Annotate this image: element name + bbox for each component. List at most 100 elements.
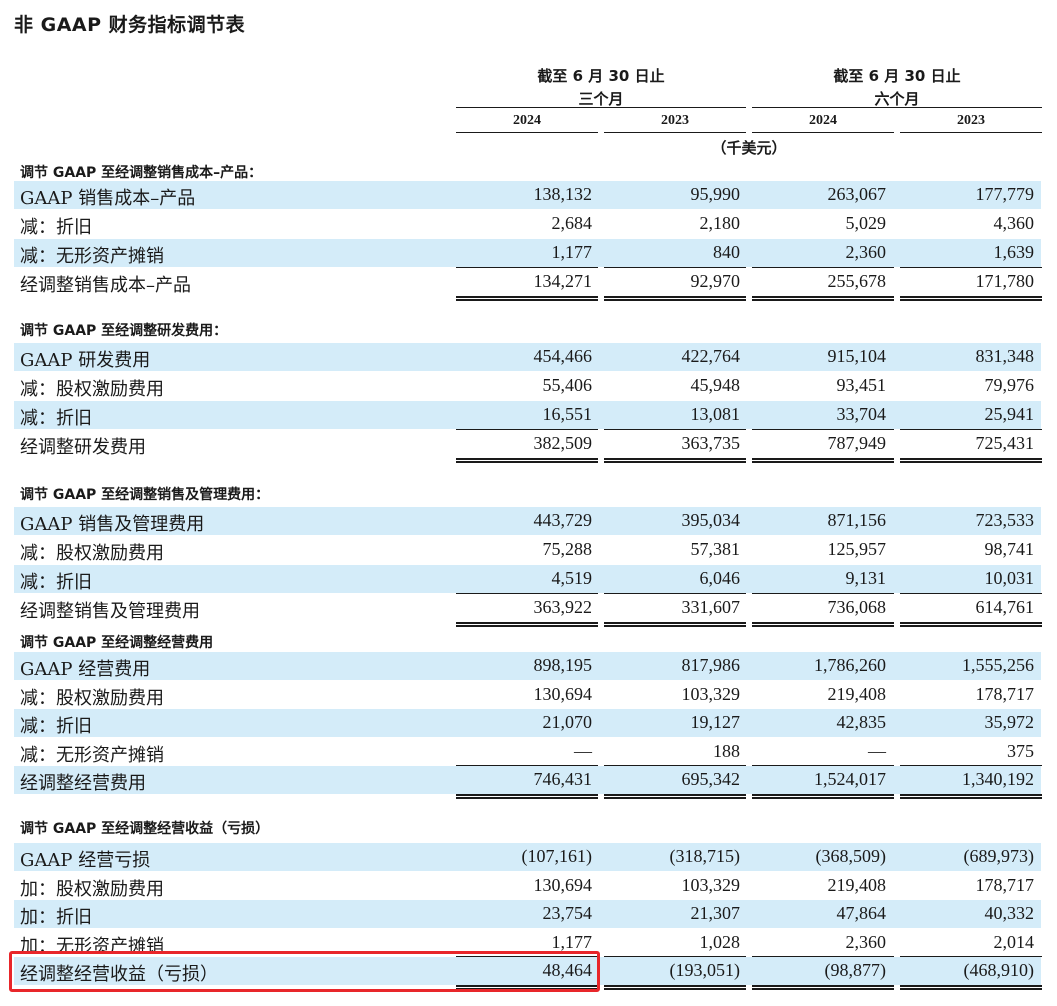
row-label: 经调整销售成本–产品 — [20, 275, 191, 296]
row-value: 19,127 — [690, 712, 741, 732]
subtotal-rule — [900, 956, 1042, 957]
row-label: 经调整经营费用 — [20, 773, 146, 794]
row-label: 减：股权激励费用 — [20, 379, 164, 400]
row-value: 454,466 — [533, 346, 593, 366]
header-year-three-2024: 2024 — [513, 113, 541, 128]
row-value: 10,031 — [984, 568, 1035, 588]
header-rule-three — [456, 107, 746, 108]
row-value: 840 — [713, 242, 740, 262]
total-double-rule — [752, 625, 894, 627]
subtotal-rule — [900, 429, 1042, 430]
total-double-rule — [900, 985, 1042, 987]
table-row: GAAP 研发费用 454,466 422,764 915,104 831,348 — [14, 343, 1041, 371]
row-value: 55,406 — [542, 375, 593, 395]
row-value: 92,970 — [690, 271, 741, 291]
header-period-six: 截至 6 月 30 日止 — [833, 67, 961, 85]
row-value: 4,519 — [551, 568, 593, 588]
row-value: 47,864 — [836, 903, 887, 923]
header-three-months: 三个月 — [578, 90, 624, 108]
row-value: 103,329 — [681, 875, 741, 895]
row-value: 130,694 — [533, 684, 593, 704]
row-label: GAAP 研发费用 — [20, 350, 151, 371]
subtotal-rule — [752, 956, 894, 957]
row-value: 1,639 — [993, 242, 1035, 262]
table-row: 加：股权激励费用 130,694 103,329 219,408 178,717 — [14, 872, 1041, 900]
row-value: 33,704 — [836, 404, 887, 424]
row-value: 45,948 — [690, 375, 741, 395]
row-value: (107,161) — [521, 846, 593, 866]
row-value: 134,271 — [533, 271, 593, 291]
row-value: 1,786,260 — [814, 655, 886, 675]
row-value: (193,051) — [669, 960, 741, 980]
subtotal-rule — [752, 593, 894, 594]
table-row: GAAP 经营亏损 (107,161) (318,715) (368,509) (689… — [14, 843, 1041, 871]
header-period-three: 截至 6 月 30 日止 — [537, 67, 665, 85]
row-value: 255,678 — [827, 271, 887, 291]
row-label: 减：折旧 — [20, 572, 92, 593]
row-label: 减：无形资产摊销 — [20, 745, 164, 766]
table-row: 减：折旧 16,551 13,081 33,704 25,941 — [14, 401, 1041, 429]
row-label: 减：股权激励费用 — [20, 543, 164, 564]
total-double-rule — [604, 625, 746, 627]
row-value: 103,329 — [681, 684, 741, 704]
row-value: 9,131 — [845, 568, 887, 588]
row-value: 614,761 — [975, 597, 1035, 617]
row-value: 25,941 — [984, 404, 1035, 424]
row-label: 加：折旧 — [20, 907, 92, 928]
year-rule — [752, 132, 894, 133]
row-value: 178,717 — [975, 875, 1035, 895]
total-double-rule — [900, 988, 1042, 990]
row-value: 831,348 — [975, 346, 1035, 366]
year-rule — [456, 132, 598, 133]
row-value: 16,551 — [542, 404, 593, 424]
row-value: 57,381 — [690, 539, 741, 559]
total-double-rule — [604, 622, 746, 624]
total-double-rule — [900, 797, 1042, 799]
total-double-rule — [604, 988, 746, 990]
row-value: 263,067 — [827, 184, 887, 204]
total-double-rule — [900, 461, 1042, 463]
row-value: 2,684 — [551, 213, 593, 233]
total-double-rule — [900, 625, 1042, 627]
row-label: 减：折旧 — [20, 408, 92, 429]
total-double-rule — [604, 296, 746, 298]
table-row: 经调整销售成本–产品 134,271 92,970 255,678 171,780 — [14, 268, 1041, 296]
subtotal-rule — [604, 956, 746, 957]
total-double-rule — [752, 299, 894, 301]
row-value: 1,028 — [699, 932, 741, 952]
row-value: 171,780 — [975, 271, 1035, 291]
section-title: 调节 GAAP 至经调整经营费用 — [20, 635, 214, 651]
year-rule — [604, 132, 746, 133]
total-double-rule — [752, 622, 894, 624]
section-title: 调节 GAAP 至经调整研发费用： — [20, 323, 228, 339]
table-row: 减：股权激励费用 55,406 45,948 93,451 79,976 — [14, 372, 1041, 400]
row-value: 23,754 — [542, 903, 593, 923]
row-value: 382,509 — [533, 433, 593, 453]
row-label: GAAP 销售及管理费用 — [20, 514, 205, 535]
total-double-rule — [604, 299, 746, 301]
row-value: 79,976 — [984, 375, 1035, 395]
header-year-three-2023: 2023 — [661, 113, 689, 128]
row-value: 98,741 — [984, 539, 1035, 559]
table-row: 减：折旧 2,684 2,180 5,029 4,360 — [14, 210, 1041, 238]
row-value: (98,877) — [824, 960, 887, 980]
row-label: 经调整销售及管理费用 — [20, 601, 200, 622]
total-double-rule — [752, 988, 894, 990]
row-value: 725,431 — [975, 433, 1035, 453]
total-double-rule — [900, 458, 1042, 460]
row-value: 723,533 — [975, 510, 1035, 530]
total-double-rule — [604, 985, 746, 987]
row-label: 减：无形资产摊销 — [20, 246, 164, 267]
row-value: 35,972 — [984, 712, 1035, 732]
row-value: 443,729 — [533, 510, 593, 530]
subtotal-rule — [456, 765, 598, 766]
row-value: 395,034 — [681, 510, 741, 530]
total-double-rule — [604, 461, 746, 463]
row-value: 13,081 — [690, 404, 741, 424]
total-double-rule — [900, 299, 1042, 301]
year-rule — [900, 132, 1042, 133]
row-value: (468,910) — [963, 960, 1035, 980]
subtotal-rule — [604, 267, 746, 268]
row-value: 2,360 — [845, 242, 887, 262]
row-value: 915,104 — [827, 346, 887, 366]
